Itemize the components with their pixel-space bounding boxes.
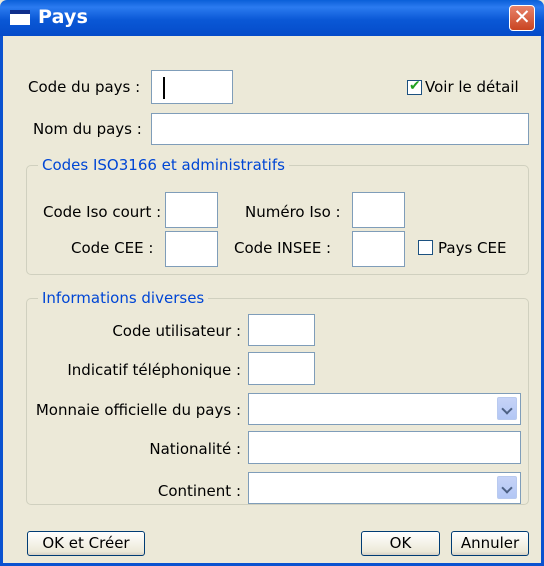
pays-cee-label: Pays CEE <box>438 239 507 257</box>
code-iso-court-label: Code Iso court : <box>43 203 162 221</box>
continent-select[interactable] <box>248 472 521 504</box>
title-bar[interactable]: Pays ✕ <box>0 0 544 36</box>
code-iso-court-input[interactable] <box>165 192 218 228</box>
check-icon: ✔ <box>409 78 421 94</box>
continent-label: Continent : <box>157 482 241 500</box>
code-utilisateur-label: Code utilisateur : <box>112 322 241 340</box>
close-icon: ✕ <box>513 5 531 29</box>
ok-creer-button[interactable]: OK et Créer <box>27 531 145 556</box>
voir-detail-checkbox[interactable]: ✔ <box>407 78 422 95</box>
nom-pays-input[interactable] <box>151 113 529 145</box>
code-insee-label: Code INSEE : <box>234 239 332 257</box>
indicatif-label: Indicatif téléphonique : <box>67 361 241 379</box>
nationalite-label: Nationalité : <box>149 440 241 458</box>
window-title: Pays <box>38 6 89 28</box>
voir-detail-label: Voir le détail <box>425 78 519 96</box>
info-group-legend: Informations diverses <box>38 289 209 307</box>
code-cee-label: Code CEE : <box>71 239 154 257</box>
monnaie-label: Monnaie officielle du pays : <box>35 401 241 419</box>
annuler-button[interactable]: Annuler <box>451 531 529 556</box>
pays-dialog: Pays ✕ Code du pays : ✔ Voir le détail N… <box>0 0 544 566</box>
code-insee-input[interactable] <box>352 231 405 267</box>
numero-iso-input[interactable] <box>352 192 405 228</box>
window-icon <box>10 10 30 25</box>
nationalite-input[interactable] <box>248 431 521 464</box>
code-pays-input[interactable] <box>151 70 233 104</box>
close-button[interactable]: ✕ <box>509 5 535 31</box>
nom-pays-label: Nom du pays : <box>33 120 142 138</box>
code-pays-label: Code du pays : <box>28 78 141 96</box>
monnaie-select[interactable] <box>248 393 521 425</box>
code-utilisateur-input[interactable] <box>248 314 315 346</box>
numero-iso-label: Numéro Iso : <box>245 203 341 221</box>
ok-button[interactable]: OK <box>361 531 440 556</box>
indicatif-input[interactable] <box>248 352 315 385</box>
code-cee-input[interactable] <box>165 231 218 267</box>
text-caret <box>163 77 165 99</box>
chevron-down-icon[interactable] <box>497 476 517 499</box>
pays-cee-checkbox[interactable] <box>418 240 433 255</box>
iso-group-legend: Codes ISO3166 et administratifs <box>38 156 289 174</box>
chevron-down-icon[interactable] <box>497 397 517 420</box>
